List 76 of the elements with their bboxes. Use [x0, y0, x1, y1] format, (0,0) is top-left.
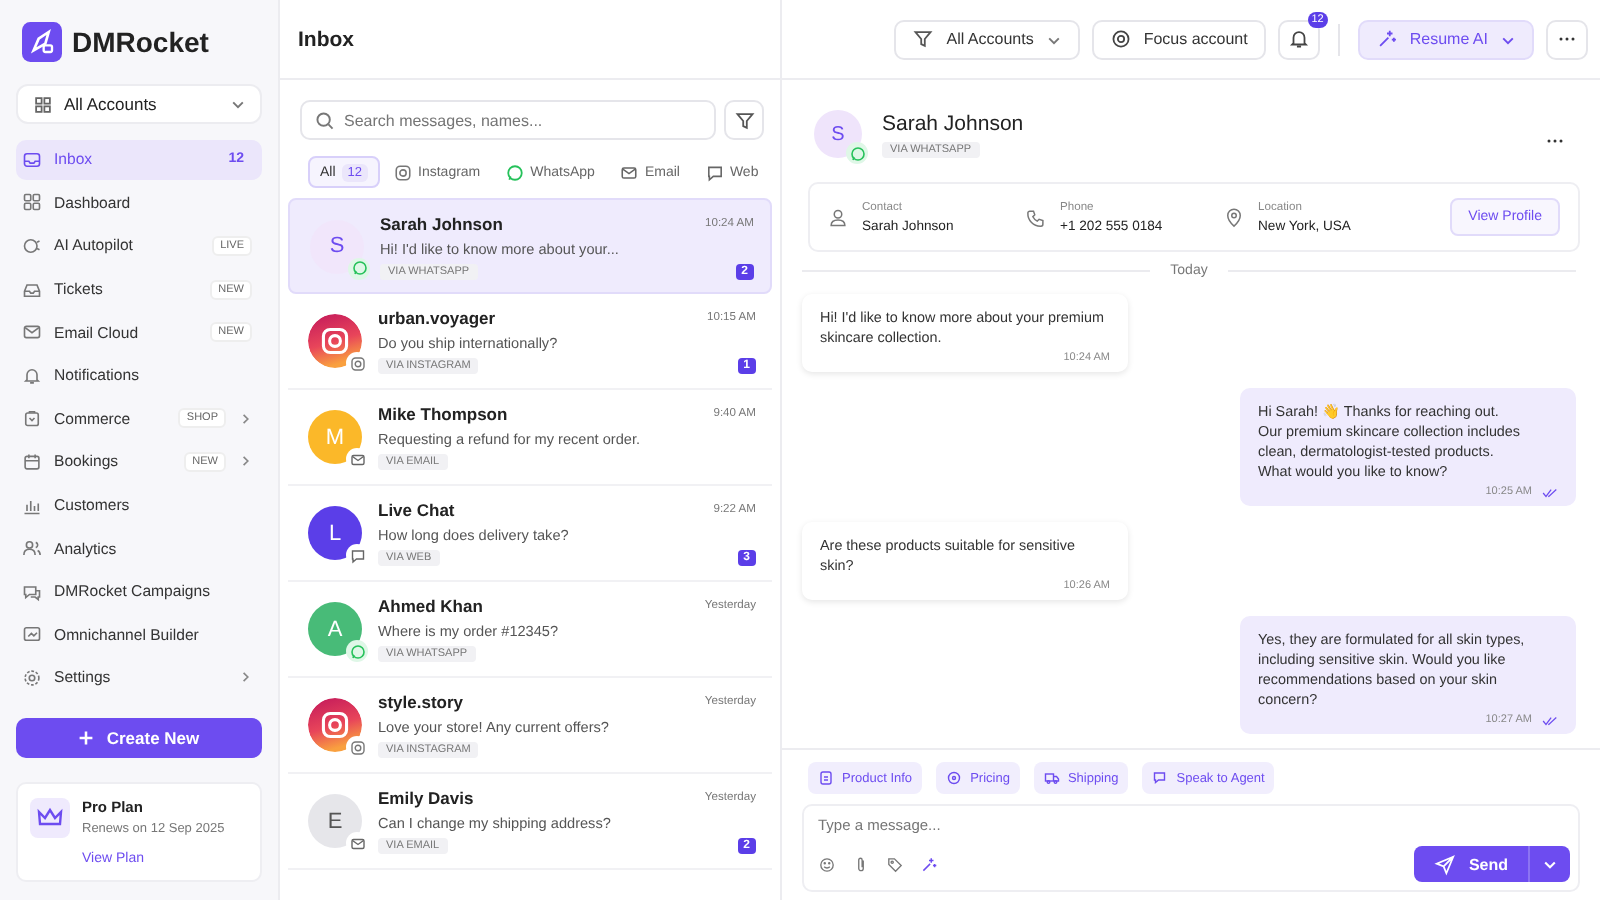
contact-name: Live Chat [378, 500, 455, 520]
brand-name: DMRocket [72, 26, 209, 58]
inbox-icon [22, 149, 42, 170]
focus-account-button[interactable]: Focus account [1091, 19, 1266, 59]
whatsapp-icon [506, 163, 525, 181]
bell-icon [1287, 28, 1310, 50]
whatsapp-icon [849, 145, 865, 161]
resume-ai-button[interactable]: Resume AI [1357, 19, 1534, 59]
plus-icon [78, 729, 95, 746]
contact-name: Mike Thompson [378, 404, 508, 424]
more-icon [1546, 137, 1564, 143]
tag-icon[interactable] [886, 855, 904, 873]
bell-icon [22, 365, 42, 386]
envelope-icon [22, 322, 42, 343]
chat-bubble-icon [1152, 770, 1169, 786]
contact-name: Ahmed Khan [378, 596, 483, 616]
send-button[interactable]: Send [1414, 846, 1528, 882]
instagram-icon [349, 739, 365, 755]
window-icon [22, 624, 42, 645]
account-select[interactable]: All Accounts [16, 84, 262, 124]
phone-icon [1026, 207, 1046, 227]
contact-name: urban.voyager [378, 308, 496, 328]
person-icon [828, 207, 848, 227]
paperclip-icon[interactable] [852, 855, 870, 873]
contact-name: Emily Davis [378, 788, 474, 808]
filter-icon [912, 28, 935, 50]
grid-icon [22, 192, 42, 213]
instagram-avatar-icon [308, 698, 362, 752]
rocket-logo-icon [22, 22, 62, 62]
search-field[interactable]: Search messages, names... [300, 100, 716, 140]
crown-icon [30, 797, 70, 838]
chat-bubble-icon [349, 547, 365, 563]
calendar-icon [22, 451, 42, 472]
page-title: Inbox [298, 27, 354, 51]
filter-button[interactable] [724, 100, 764, 140]
bag-icon [22, 408, 42, 429]
avatar: M [308, 410, 362, 464]
whatsapp-icon [351, 260, 367, 276]
filter-icon [733, 109, 755, 131]
tray-icon [22, 279, 42, 300]
envelope-icon [620, 163, 639, 181]
gear-icon [22, 667, 42, 688]
chevron-down-icon [230, 96, 246, 112]
more-icon [1558, 36, 1576, 42]
instagram-avatar-icon [308, 314, 362, 368]
chat-bubble-icon [705, 163, 724, 181]
bar-chart-icon [22, 495, 42, 516]
people-icon [22, 538, 42, 559]
chat-icon [22, 581, 42, 602]
sparkle-icon[interactable] [920, 855, 938, 873]
avatar: E [308, 794, 362, 848]
avatar: S [310, 219, 364, 273]
envelope-icon [349, 835, 365, 851]
target-icon [1109, 28, 1132, 50]
truck-icon [1043, 770, 1060, 786]
instagram-icon [349, 355, 365, 371]
document-icon [818, 770, 834, 786]
emoji-icon[interactable] [818, 855, 836, 873]
create-new-button[interactable]: Create New [16, 717, 262, 758]
whatsapp-icon [349, 643, 365, 659]
grid-icon [32, 93, 54, 115]
contact-name: Sarah Johnson [882, 111, 1026, 135]
paper-plane-icon [1434, 853, 1457, 875]
instagram-icon [394, 163, 413, 181]
location-pin-icon [1224, 207, 1244, 227]
avatar: S [814, 110, 862, 158]
sparkle-icon [1375, 28, 1398, 50]
contact-name: Sarah Johnson [380, 213, 503, 233]
avatar: L [308, 506, 362, 560]
avatar: A [308, 602, 362, 656]
search-icon [314, 109, 336, 131]
send-options-button[interactable] [1528, 846, 1570, 882]
envelope-icon [349, 451, 365, 467]
chevron-down-icon [1542, 856, 1558, 872]
account-filter-button[interactable]: All Accounts [894, 19, 1080, 59]
contact-name: style.story [378, 692, 464, 712]
